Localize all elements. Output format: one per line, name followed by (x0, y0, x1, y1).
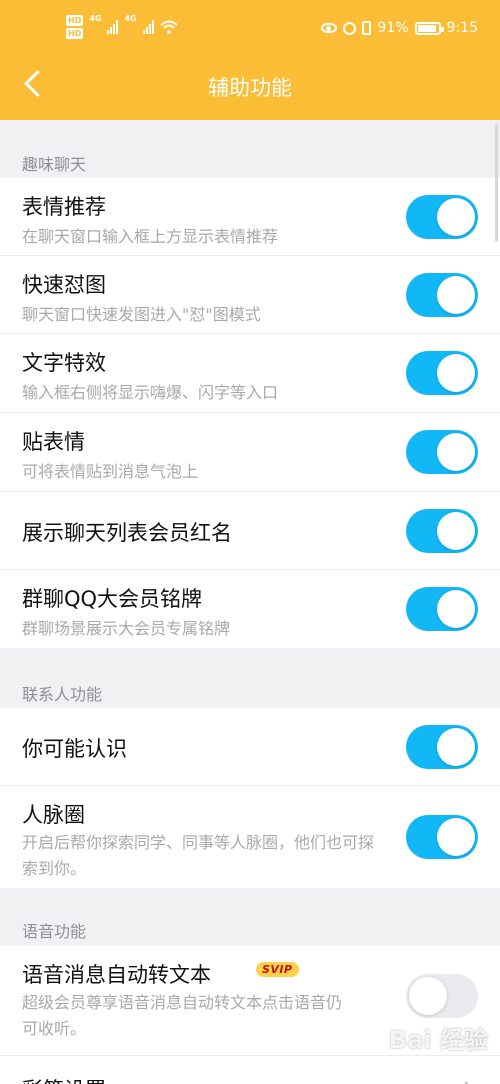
clock-time: 9:15 (446, 20, 478, 36)
toggle-switch[interactable] (406, 815, 478, 859)
toggle-switch[interactable] (406, 430, 478, 474)
group-fun-chat: 表情推荐 在聊天窗口输入框上方显示表情推荐 快速怼图 聊天窗口快速发图进入"怼"… (0, 178, 500, 648)
eye-icon (321, 23, 338, 33)
alarm-icon (343, 21, 357, 35)
vibrate-icon (362, 21, 372, 35)
header-bar: HD HD 4G 4G 91% 9:15 辅助功能 (0, 0, 500, 120)
scrollbar[interactable] (495, 124, 498, 242)
watermark-logo: Bai 经验 (388, 1026, 488, 1054)
setting-desc: 可将表情贴到消息气泡上 (22, 462, 199, 481)
setting-label: 表情推荐 (22, 195, 106, 219)
signal-icon (142, 20, 154, 34)
setting-row-text-effect: 文字特效 输入框右侧将显示嗨爆、闪字等入口 (0, 334, 500, 413)
toggle-switch[interactable] (406, 195, 478, 239)
signal-icon (107, 20, 119, 34)
toggle-switch[interactable] (406, 587, 478, 631)
wifi-icon (159, 20, 178, 34)
toggle-switch[interactable] (406, 725, 478, 769)
setting-label: 贴表情 (22, 430, 85, 454)
toggle-switch[interactable] (406, 351, 478, 395)
setting-label: 文字特效 (22, 351, 106, 375)
setting-row-network-circle: 人脉圈 开启后帮你探索同学、同事等人脉圈，他们也可探索到你。 (0, 786, 500, 888)
setting-row-emoji-recommend: 表情推荐 在聊天窗口输入框上方显示表情推荐 (0, 178, 500, 256)
setting-desc: 群聊场景展示大会员专属铭牌 (22, 619, 231, 638)
setting-row-group-badge: 群聊QQ大会员铭牌 群聊场景展示大会员专属铭牌 (0, 570, 500, 648)
toggle-switch[interactable] (406, 974, 478, 1018)
battery-icon (414, 21, 444, 35)
hd-badge: HD (66, 28, 84, 39)
status-bar: HD HD 4G 4G 91% 9:15 (0, 0, 500, 60)
section-title-fun-chat: 趣味聊天 (22, 155, 87, 174)
section-title-voice: 语音功能 (22, 922, 87, 941)
setting-row-may-know: 你可能认识 (0, 708, 500, 786)
group-voice: 语音消息自动转文本 SVIP 超级会员尊享语音消息自动转文本点击语音仍可收听。 … (0, 946, 500, 1084)
page-title: 辅助功能 (208, 76, 292, 100)
toggle-switch[interactable] (406, 509, 478, 553)
setting-label: 展示聊天列表会员红名 (22, 521, 232, 545)
setting-row-sticker: 贴表情 可将表情贴到消息气泡上 (0, 413, 500, 492)
setting-row-vip-red-name: 展示聊天列表会员红名 (0, 492, 500, 570)
setting-label: 彩签设置 (22, 1074, 106, 1084)
setting-label: 人脉圈 (22, 803, 85, 827)
setting-label: 快速怼图 (22, 273, 106, 297)
hd-badges: HD HD (66, 14, 84, 40)
setting-row-tag-settings[interactable]: 彩签设置 (0, 1056, 500, 1084)
section-title-contacts: 联系人功能 (22, 685, 103, 704)
battery-percent: 91% (377, 20, 409, 36)
setting-label: 语音消息自动转文本 (22, 963, 211, 987)
setting-row-quick-image: 快速怼图 聊天窗口快速发图进入"怼"图模式 (0, 256, 500, 334)
setting-label: 群聊QQ大会员铭牌 (22, 587, 203, 611)
setting-desc: 输入框右侧将显示嗨爆、闪字等入口 (22, 383, 279, 402)
group-contacts: 你可能认识 人脉圈 开启后帮你探索同学、同事等人脉圈，他们也可探索到你。 (0, 708, 500, 888)
setting-desc: 在聊天窗口输入框上方显示表情推荐 (22, 227, 279, 246)
setting-desc: 超级会员尊享语音消息自动转文本点击语音仍可收听。 (22, 993, 343, 1038)
setting-label: 你可能认识 (22, 737, 127, 761)
toggle-switch[interactable] (406, 273, 478, 317)
svip-badge: SVIP (256, 962, 299, 977)
setting-desc: 聊天窗口快速发图进入"怼"图模式 (22, 305, 261, 324)
setting-desc: 开启后帮你探索同学、同事等人脉圈，他们也可探索到你。 (22, 833, 375, 878)
network-label: 4G (124, 14, 137, 23)
network-label: 4G (89, 14, 102, 23)
hd-badge: HD (66, 15, 84, 26)
